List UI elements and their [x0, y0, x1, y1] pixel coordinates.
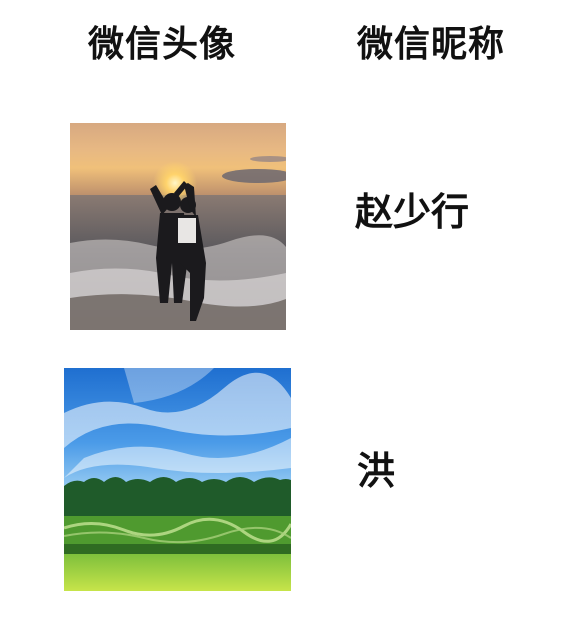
nickname-text: 洪: [357, 448, 396, 493]
avatar-column-header: 微信头像: [88, 23, 237, 65]
nickname-column-header: 微信昵称: [357, 23, 506, 65]
avatar-image-sky-field: [64, 368, 291, 591]
avatar-image-sunset-couple: [70, 123, 286, 330]
nickname-text: 赵少行: [355, 189, 470, 234]
